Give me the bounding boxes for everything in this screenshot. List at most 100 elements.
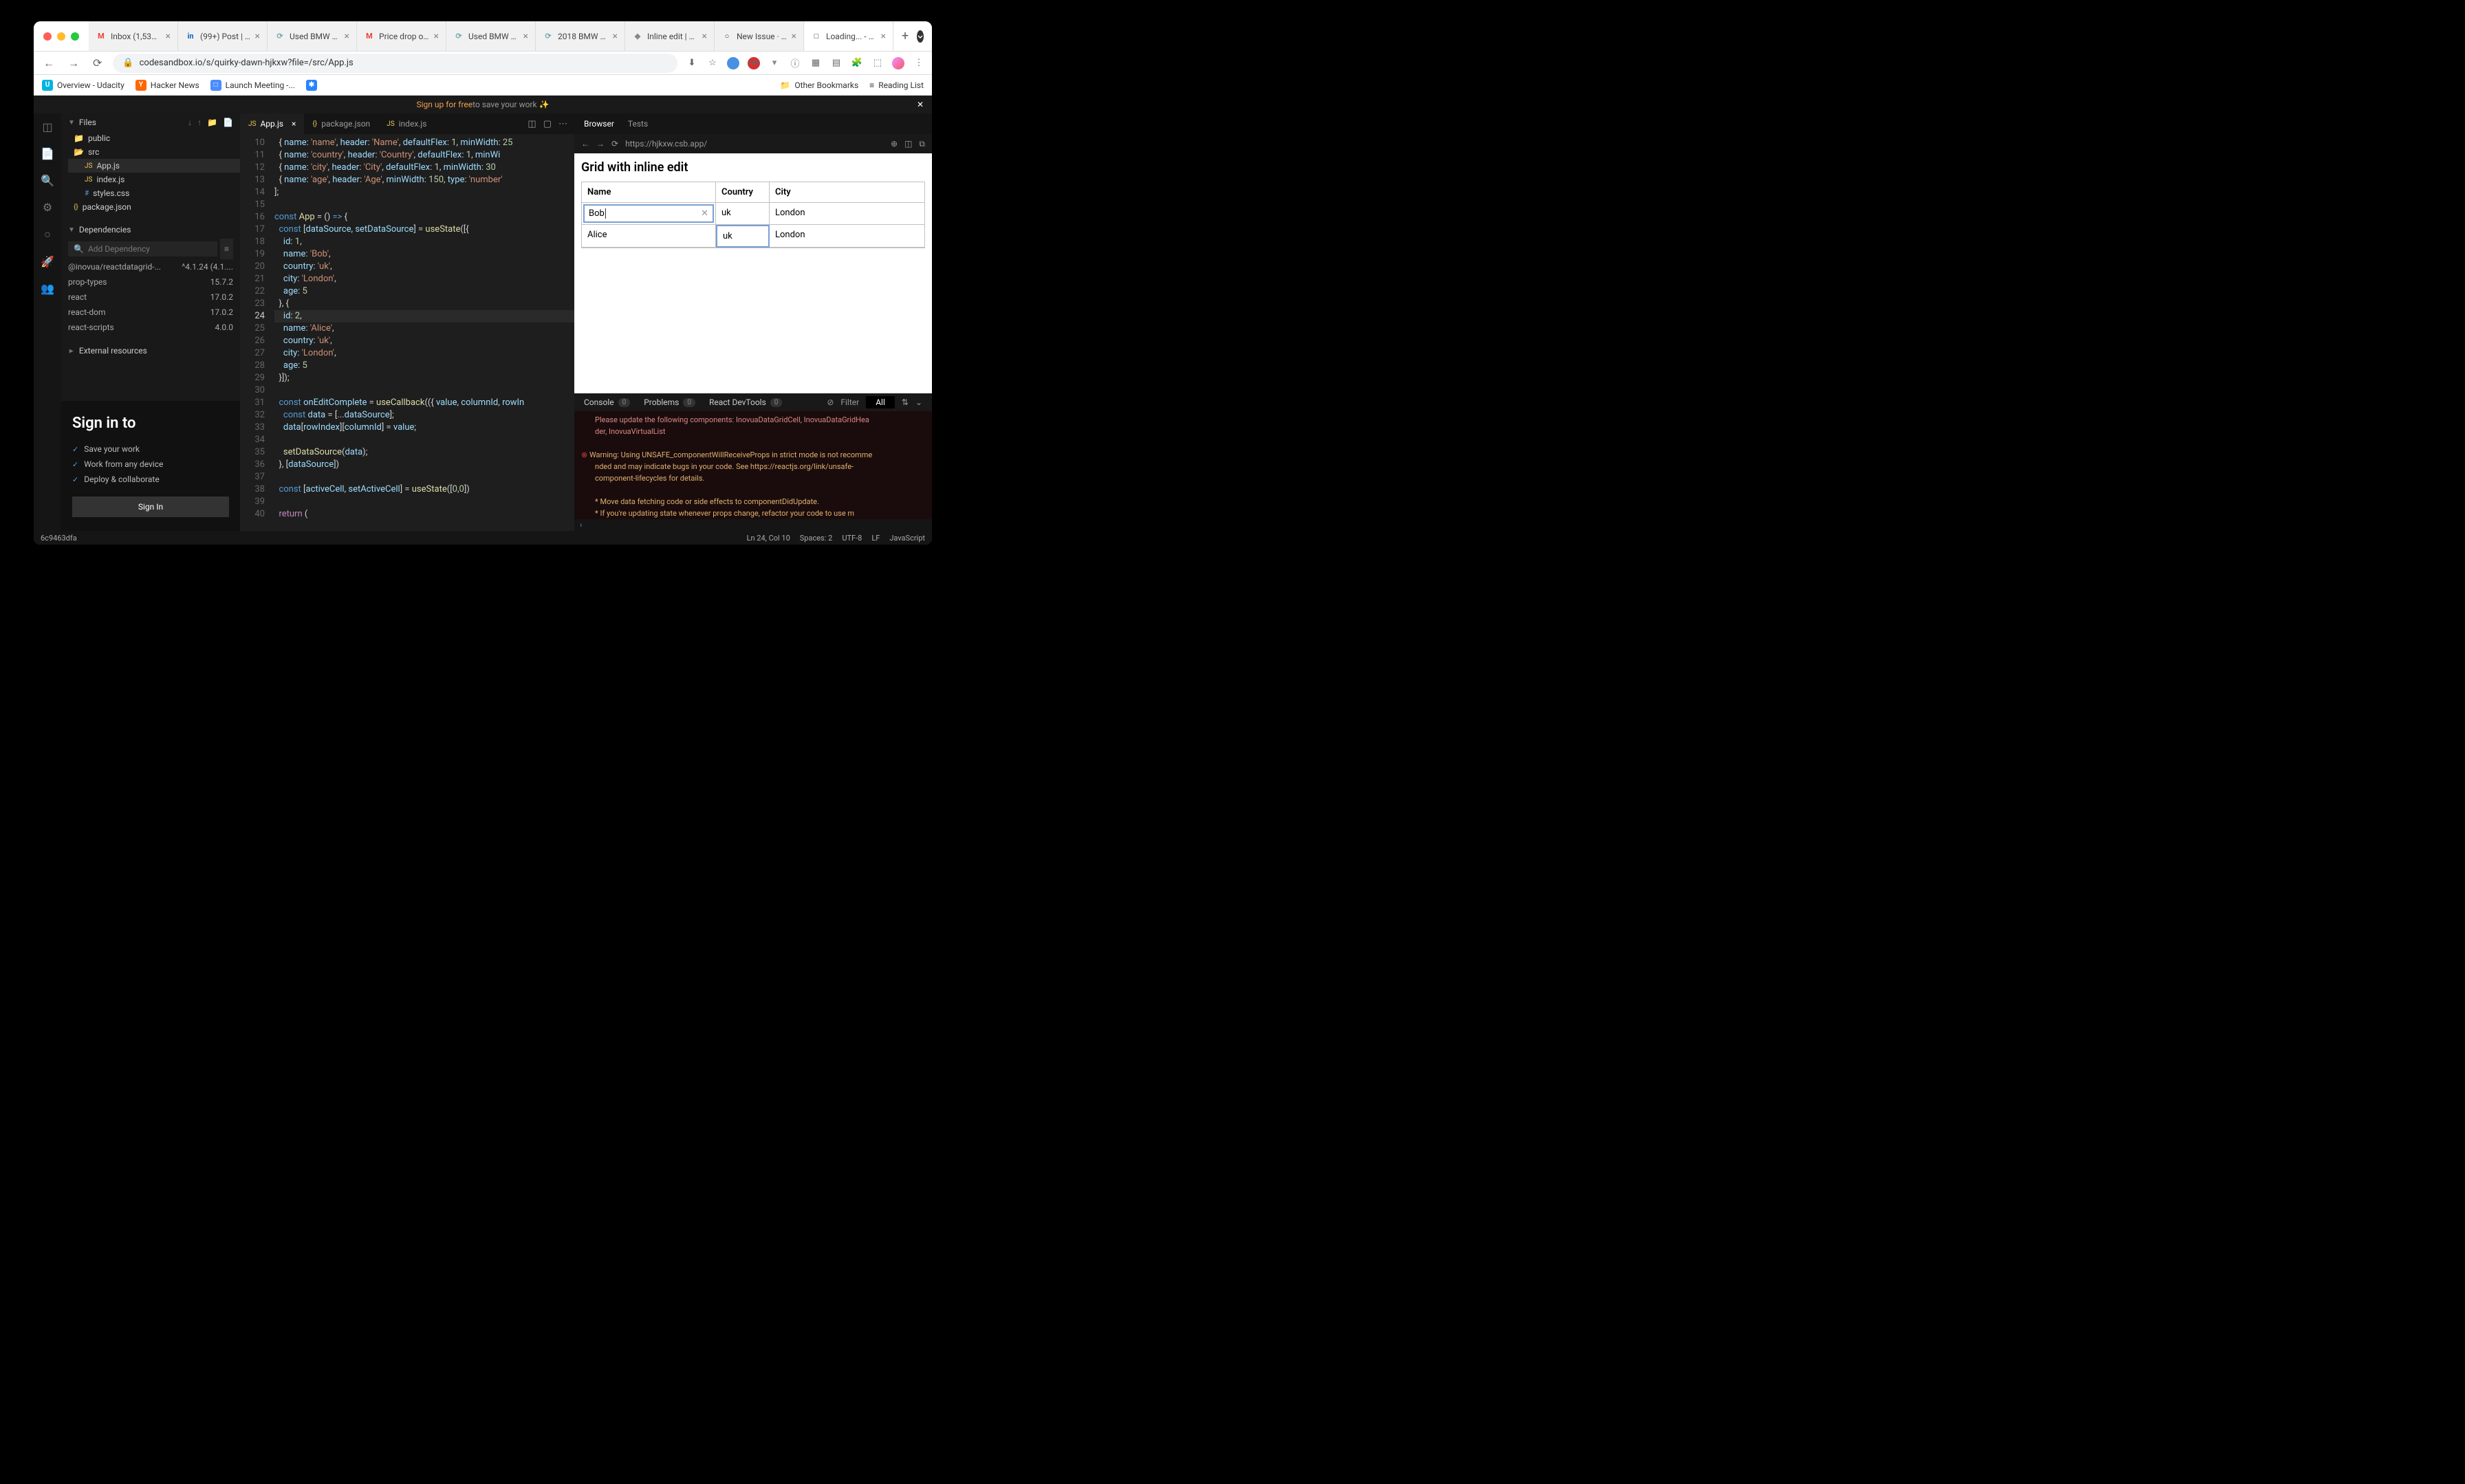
dependency-item[interactable]: prop-types15.7.2 xyxy=(68,274,233,290)
grid-header-name[interactable]: Name xyxy=(582,182,716,203)
live-icon[interactable]: 👥 xyxy=(41,282,54,295)
github-icon[interactable]: ○ xyxy=(44,228,51,241)
console-filter-input[interactable]: Filter xyxy=(840,397,859,407)
grid-row[interactable]: AliceukLondon xyxy=(582,225,924,248)
cast-icon[interactable]: ⬚ xyxy=(871,57,884,69)
code-line[interactable]: country: 'uk', xyxy=(274,335,574,347)
browser-tab[interactable]: ⟳Used BMW X3 fo× xyxy=(268,21,357,51)
code-line[interactable] xyxy=(274,434,574,446)
code-line[interactable]: const [activeCell, setActiveCell] = useS… xyxy=(274,483,574,496)
folder-item[interactable]: 📁public xyxy=(68,131,240,145)
code-line[interactable]: }, [dataSource]) xyxy=(274,459,574,471)
cursor-pos[interactable]: Ln 24, Col 10 xyxy=(747,534,790,543)
code-line[interactable]: name: 'Alice', xyxy=(274,323,574,335)
grid-cell-editing[interactable]: Bob✕ xyxy=(583,204,714,223)
files-header[interactable]: ▼ Files ↓ ↑ 📁 📄 xyxy=(61,113,240,131)
extension-icon[interactable] xyxy=(727,57,739,69)
console-tab[interactable]: React DevTools0 xyxy=(709,397,782,407)
preview-url[interactable]: https://hjkxw.csb.app/ xyxy=(625,139,884,149)
preview-back-button[interactable]: ← xyxy=(581,139,589,149)
install-icon[interactable]: ⬇ xyxy=(686,57,698,69)
code-line[interactable]: { name: 'name', header: 'Name', defaultF… xyxy=(274,137,574,149)
code-line[interactable]: }]); xyxy=(274,372,574,384)
grid-cell[interactable]: uk xyxy=(716,203,770,225)
download-icon[interactable]: ↓ xyxy=(188,118,192,127)
tab-tests[interactable]: Tests xyxy=(628,119,648,129)
code-line[interactable]: age: 5 xyxy=(274,285,574,298)
bookmark-star-icon[interactable]: ☆ xyxy=(706,57,719,69)
dependency-item[interactable]: react-scripts4.0.0 xyxy=(68,320,233,335)
tab-close-icon[interactable]: × xyxy=(292,119,296,129)
profile-avatar[interactable] xyxy=(892,57,904,69)
dependency-item[interactable]: @inovua/reactdatagrid-...^4.1.24 (4.1...… xyxy=(68,259,233,274)
extension-icon[interactable]: ▾ xyxy=(768,57,781,69)
no-icon[interactable]: ⊘ xyxy=(827,397,834,407)
bookmark[interactable]: UOverview - Udacity xyxy=(42,80,124,91)
preview-tool-icon[interactable]: ⊕ xyxy=(891,139,898,149)
search-icon[interactable]: 🔍 xyxy=(41,174,54,187)
code-line[interactable]: city: 'London', xyxy=(274,347,574,360)
code-line[interactable]: age: 5 xyxy=(274,360,574,372)
new-file-icon[interactable]: 📄 xyxy=(223,118,233,127)
tab-close-icon[interactable]: × xyxy=(881,31,886,42)
preview-forward-button[interactable]: → xyxy=(596,139,605,149)
eol[interactable]: LF xyxy=(871,534,880,543)
new-folder-icon[interactable]: 📁 xyxy=(207,118,217,127)
dep-search-input[interactable]: 🔍 Add Dependency xyxy=(68,241,217,257)
code-line[interactable]: country: 'uk', xyxy=(274,261,574,273)
browser-tab[interactable]: ◆Inline edit | Docs× xyxy=(625,21,715,51)
tab-search-button[interactable] xyxy=(917,30,924,43)
code-line[interactable]: const [dataSource, setDataSource] = useS… xyxy=(274,223,574,236)
editor-tab[interactable]: JSindex.js xyxy=(378,113,435,134)
code-line[interactable]: const onEditComplete = useCallback(({ va… xyxy=(274,397,574,409)
code-line[interactable]: { name: 'country', header: 'Country', de… xyxy=(274,149,574,162)
language[interactable]: JavaScript xyxy=(889,534,925,543)
deploy-icon[interactable]: 🚀 xyxy=(41,255,54,268)
browser-tab[interactable]: ○New Issue · inovu× xyxy=(715,21,804,51)
code-line[interactable]: }, { xyxy=(274,298,574,310)
file-item[interactable]: JSindex.js xyxy=(68,173,240,186)
new-tab-button[interactable]: + xyxy=(893,29,917,43)
file-item[interactable]: #styles.css xyxy=(68,186,240,200)
code-line[interactable] xyxy=(274,384,574,397)
grid-cell[interactable]: London xyxy=(770,203,924,225)
grid-cell[interactable]: London xyxy=(770,225,924,248)
browser-tab[interactable]: ⟳2018 BMW X3 xD× xyxy=(536,21,625,51)
browser-tab[interactable]: in(99+) Post | Feed× xyxy=(178,21,268,51)
preview-tool-icon[interactable]: ◫ xyxy=(904,139,912,149)
code-line[interactable]: ]; xyxy=(274,186,574,199)
extensions-puzzle-icon[interactable]: 🧩 xyxy=(851,57,863,69)
console-all-dropdown[interactable]: All xyxy=(866,396,895,408)
code-line[interactable] xyxy=(274,496,574,508)
window-close-button[interactable] xyxy=(43,32,52,41)
grid-header-country[interactable]: Country xyxy=(716,182,770,203)
layout-icon[interactable]: ◫ xyxy=(528,119,536,129)
window-maximize-button[interactable] xyxy=(71,32,79,41)
tab-close-icon[interactable]: × xyxy=(523,31,528,42)
code-line[interactable]: const App = () => { xyxy=(274,211,574,223)
console-tab[interactable]: Console0 xyxy=(584,397,630,407)
tab-close-icon[interactable]: × xyxy=(792,31,796,42)
code-line[interactable] xyxy=(274,199,574,211)
code-editor[interactable]: 1011121314151617181920212223242526272829… xyxy=(240,134,574,531)
explorer-icon[interactable]: 📄 xyxy=(41,147,54,160)
signup-link[interactable]: Sign up for free xyxy=(417,100,473,109)
code-line[interactable] xyxy=(274,471,574,483)
grid-cell[interactable]: Alice xyxy=(582,225,716,248)
tab-close-icon[interactable]: × xyxy=(166,31,171,42)
file-item[interactable]: {}package.json xyxy=(68,200,240,214)
sandbox-icon[interactable]: ◫ xyxy=(42,120,52,133)
bookmark[interactable]: □Launch Meeting -... xyxy=(210,80,295,91)
tab-close-icon[interactable]: × xyxy=(255,31,260,42)
tab-close-icon[interactable]: × xyxy=(613,31,618,42)
extension-icon[interactable]: ▤ xyxy=(830,57,843,69)
file-item[interactable]: JSApp.js xyxy=(68,159,240,173)
extension-icon[interactable]: ⓘ xyxy=(789,57,801,69)
forward-button[interactable]: → xyxy=(65,54,82,73)
code-line[interactable]: city: 'London', xyxy=(274,273,574,285)
encoding[interactable]: UTF-8 xyxy=(842,534,862,543)
ext-res-header[interactable]: ▼ External resources xyxy=(61,342,240,360)
tab-close-icon[interactable]: × xyxy=(702,31,707,42)
dependency-item[interactable]: react17.0.2 xyxy=(68,290,233,305)
code-line[interactable]: const data = [...dataSource]; xyxy=(274,409,574,422)
